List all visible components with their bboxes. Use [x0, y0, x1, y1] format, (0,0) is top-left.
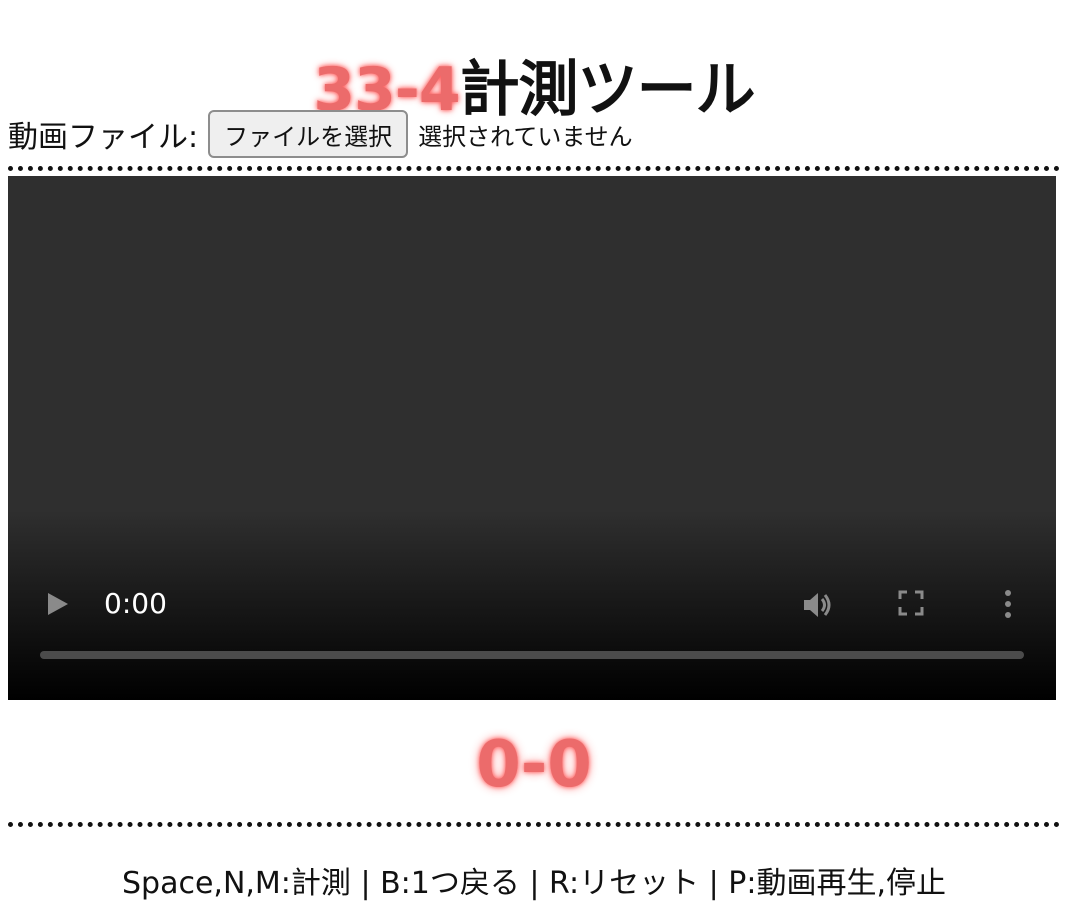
file-status: 選択されていません: [418, 122, 633, 151]
score-display: 0-0: [476, 728, 592, 802]
file-picker-label: 動画ファイル:: [8, 120, 199, 155]
page: 33-4計測ツール 動画ファイル: ファイルを選択 選択されていません 0:00…: [0, 0, 1068, 922]
volume-icon[interactable]: [800, 590, 832, 620]
keyboard-shortcuts: Space,N,M:計測 | B:1つ戻る | R:リセット | P:動画再生,…: [121, 866, 946, 901]
bottom-divider: [8, 822, 1060, 827]
more-options-icon[interactable]: [1002, 588, 1014, 620]
fullscreen-icon[interactable]: [898, 590, 924, 616]
top-divider: [8, 166, 1060, 171]
file-picker-row: 動画ファイル: ファイルを選択 選択されていません: [8, 108, 633, 160]
video-time: 0:00: [104, 587, 167, 620]
choose-file-button[interactable]: ファイルを選択: [208, 110, 409, 158]
video-player[interactable]: 0:00: [8, 176, 1056, 700]
progress-bar[interactable]: [40, 651, 1024, 659]
play-icon[interactable]: [48, 593, 68, 615]
